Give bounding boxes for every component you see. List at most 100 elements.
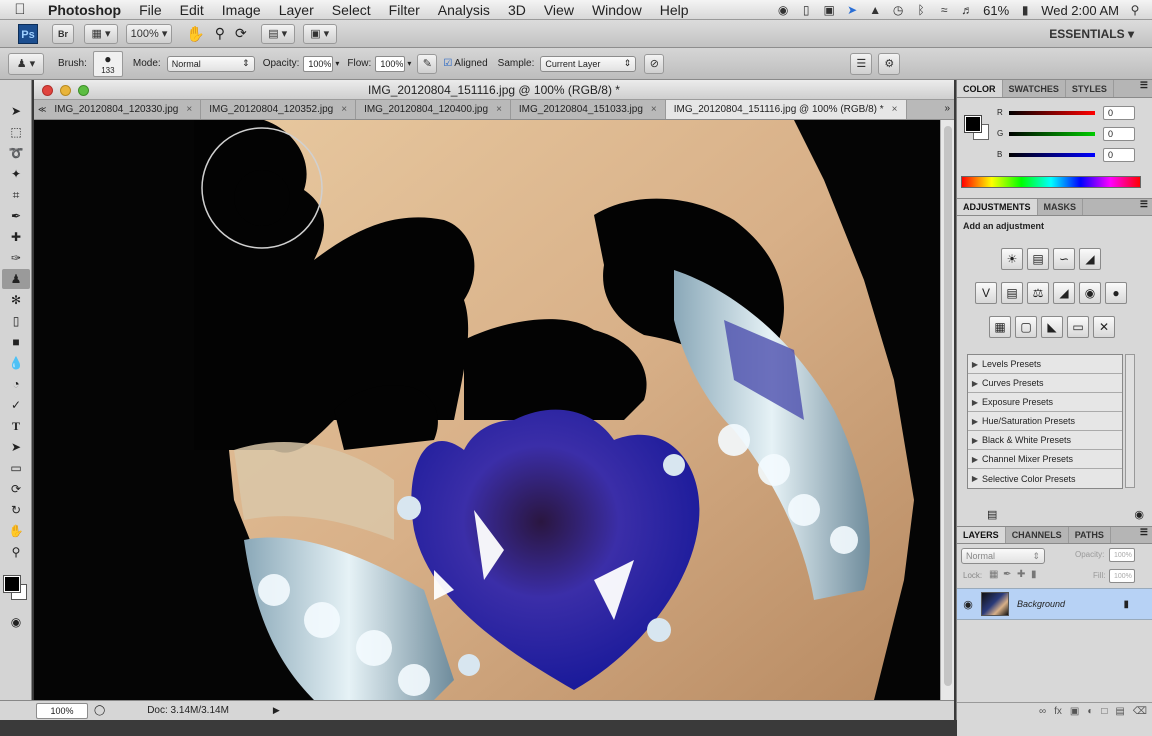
clone-source-panel-button[interactable]: ☰	[850, 52, 873, 75]
red-value-field[interactable]: 0	[1103, 105, 1135, 120]
zoom-window-button[interactable]	[78, 85, 89, 96]
3d-orbit-tool-icon[interactable]: ↻	[2, 500, 30, 520]
app-menu[interactable]: Photoshop	[40, 2, 130, 18]
battery-percent[interactable]: 61%	[983, 3, 1009, 18]
image-canvas[interactable]	[34, 120, 940, 700]
path-selection-tool-icon[interactable]: ➤	[2, 437, 30, 457]
flow-arrow-icon[interactable]: ▾	[407, 59, 411, 68]
lasso-tool-icon[interactable]: ➰	[2, 143, 30, 163]
preset-levels[interactable]: ▶ Levels Presets	[968, 355, 1122, 374]
menu-select[interactable]: Select	[323, 2, 380, 18]
eraser-tool-icon[interactable]: ▯	[2, 311, 30, 331]
bluetooth-icon[interactable]: ᛒ	[914, 3, 928, 17]
lock-transparent-icon[interactable]: ▦	[989, 569, 998, 580]
tab-masks[interactable]: MASKS	[1038, 199, 1084, 215]
green-value-field[interactable]: 0	[1103, 126, 1135, 141]
tab-document[interactable]: IMG_20120804_120352.jpg ×	[201, 100, 357, 119]
tab-document-active[interactable]: IMG_20120804_151116.jpg @ 100% (RGB/8) *…	[665, 100, 907, 119]
delete-layer-icon[interactable]: ⌫	[1133, 706, 1147, 717]
tab-overflow-icon[interactable]: »	[944, 103, 950, 114]
vibrance-icon[interactable]: V	[975, 282, 997, 304]
lock-position-icon[interactable]: ✚	[1017, 569, 1025, 580]
presets-scrollbar[interactable]	[1125, 354, 1135, 488]
menu-layer[interactable]: Layer	[270, 2, 323, 18]
panel-menu-icon[interactable]: ☰	[1140, 80, 1152, 97]
move-tool-icon[interactable]: ➤	[2, 101, 30, 121]
ignore-adjustment-layers-button[interactable]: ⊘	[644, 53, 665, 74]
hand-icon[interactable]: ✋	[186, 25, 205, 43]
tab-layers[interactable]: LAYERS	[957, 527, 1006, 543]
apple-icon[interactable]: 	[0, 1, 40, 18]
brush-tool-icon[interactable]: ✑	[2, 248, 30, 268]
timemachine-icon[interactable]: ◷	[891, 3, 905, 17]
clone-stamp-tool-icon[interactable]: ♟	[2, 269, 30, 289]
fill-field[interactable]: 100%	[1109, 569, 1135, 583]
black-white-icon[interactable]: ◢	[1053, 282, 1075, 304]
minimize-window-button[interactable]	[60, 85, 71, 96]
wifi-icon[interactable]: ≈	[937, 3, 951, 17]
tab-paths[interactable]: PATHS	[1069, 527, 1111, 543]
opacity-field[interactable]: 100%	[303, 55, 334, 72]
bridge-button[interactable]: Br	[52, 23, 74, 44]
status-info-icon[interactable]: ◯	[94, 705, 105, 716]
dodge-tool-icon[interactable]: ◔	[2, 374, 30, 394]
sample-dropdown[interactable]: Current Layer ⇕	[540, 55, 637, 72]
link-layers-icon[interactable]: ∞	[1039, 706, 1046, 717]
tab-document[interactable]: ≪ IMG_20120804_120330.jpg ×	[34, 100, 202, 119]
arrange-documents-button[interactable]: ▤ ▾	[260, 23, 295, 44]
curves-icon[interactable]: ∽	[1053, 248, 1075, 270]
layer-row-background[interactable]: ◉ Background ▮	[957, 588, 1152, 620]
menu-analysis[interactable]: Analysis	[429, 2, 499, 18]
menu-file[interactable]: File	[130, 2, 171, 18]
status-menu-arrow-icon[interactable]: ▶	[273, 705, 280, 716]
threshold-icon[interactable]: ◣	[1041, 316, 1063, 338]
layer-style-icon[interactable]: fx	[1054, 706, 1062, 717]
gradient-map-icon[interactable]: ▭	[1067, 316, 1089, 338]
vertical-scrollbar[interactable]	[940, 120, 954, 700]
layer-name[interactable]: Background	[1017, 599, 1065, 609]
sync-icon[interactable]: ➤	[845, 3, 859, 17]
3d-rotate-tool-icon[interactable]: ⟳	[2, 479, 30, 499]
eyedropper-tool-icon[interactable]: ✒	[2, 206, 30, 226]
close-window-button[interactable]	[42, 85, 53, 96]
new-adjustment-layer-icon[interactable]: ◐	[1087, 706, 1093, 717]
tab-close-icon[interactable]: ×	[341, 104, 347, 115]
healing-brush-tool-icon[interactable]: ✚	[2, 227, 30, 247]
record-icon[interactable]: ◉	[776, 3, 790, 17]
brush-panel-button[interactable]: ⚙	[878, 52, 901, 75]
layer-opacity-field[interactable]: 100%	[1109, 548, 1135, 562]
visibility-eye-icon[interactable]: ◉	[957, 598, 979, 611]
spotlight-icon[interactable]: ⚲	[1128, 3, 1142, 17]
red-slider[interactable]	[1009, 110, 1095, 115]
menu-3d[interactable]: 3D	[499, 2, 535, 18]
tab-adjustments[interactable]: ADJUSTMENTS	[957, 199, 1038, 215]
new-layer-icon[interactable]: ▤	[1115, 706, 1124, 717]
clock[interactable]: Wed 2:00 AM	[1041, 3, 1119, 18]
workspace-switcher[interactable]: ESSENTIALS ▾	[1049, 27, 1134, 41]
zoom-level-dropdown[interactable]: 100% ▾	[126, 23, 172, 44]
blue-value-field[interactable]: 0	[1103, 147, 1135, 162]
new-group-icon[interactable]: □	[1101, 706, 1107, 717]
view-extras-button[interactable]: ▦ ▾	[84, 23, 118, 44]
blend-mode-dropdown[interactable]: Normal ⇕	[961, 548, 1045, 564]
menu-edit[interactable]: Edit	[171, 2, 213, 18]
preset-hue-saturation[interactable]: ▶ Hue/Saturation Presets	[968, 412, 1122, 431]
menu-image[interactable]: Image	[213, 2, 270, 18]
preset-selective-color[interactable]: ▶ Selective Color Presets	[968, 469, 1122, 488]
invert-icon[interactable]: ▦	[989, 316, 1011, 338]
brightness-contrast-icon[interactable]: ☀	[1001, 248, 1023, 270]
tab-channels[interactable]: CHANNELS	[1006, 527, 1069, 543]
zoom-icon[interactable]: ⚲	[215, 25, 225, 42]
screen-mode-button[interactable]: ▣ ▾	[302, 23, 337, 44]
hand-tool-icon[interactable]: ✋	[2, 521, 30, 541]
tab-close-icon[interactable]: ×	[186, 104, 192, 115]
flow-field[interactable]: 100%	[375, 55, 406, 72]
clip-to-layer-icon[interactable]: ◉	[1134, 508, 1144, 521]
channel-mixer-icon[interactable]: ●	[1105, 282, 1127, 304]
exposure-icon[interactable]: ◢	[1079, 248, 1101, 270]
posterize-icon[interactable]: ▢	[1015, 316, 1037, 338]
lock-all-icon[interactable]: ▮	[1031, 569, 1037, 580]
volume-icon[interactable]: ♬	[960, 3, 974, 17]
preset-channel-mixer[interactable]: ▶ Channel Mixer Presets	[968, 450, 1122, 469]
photo-filter-icon[interactable]: ◉	[1079, 282, 1101, 304]
